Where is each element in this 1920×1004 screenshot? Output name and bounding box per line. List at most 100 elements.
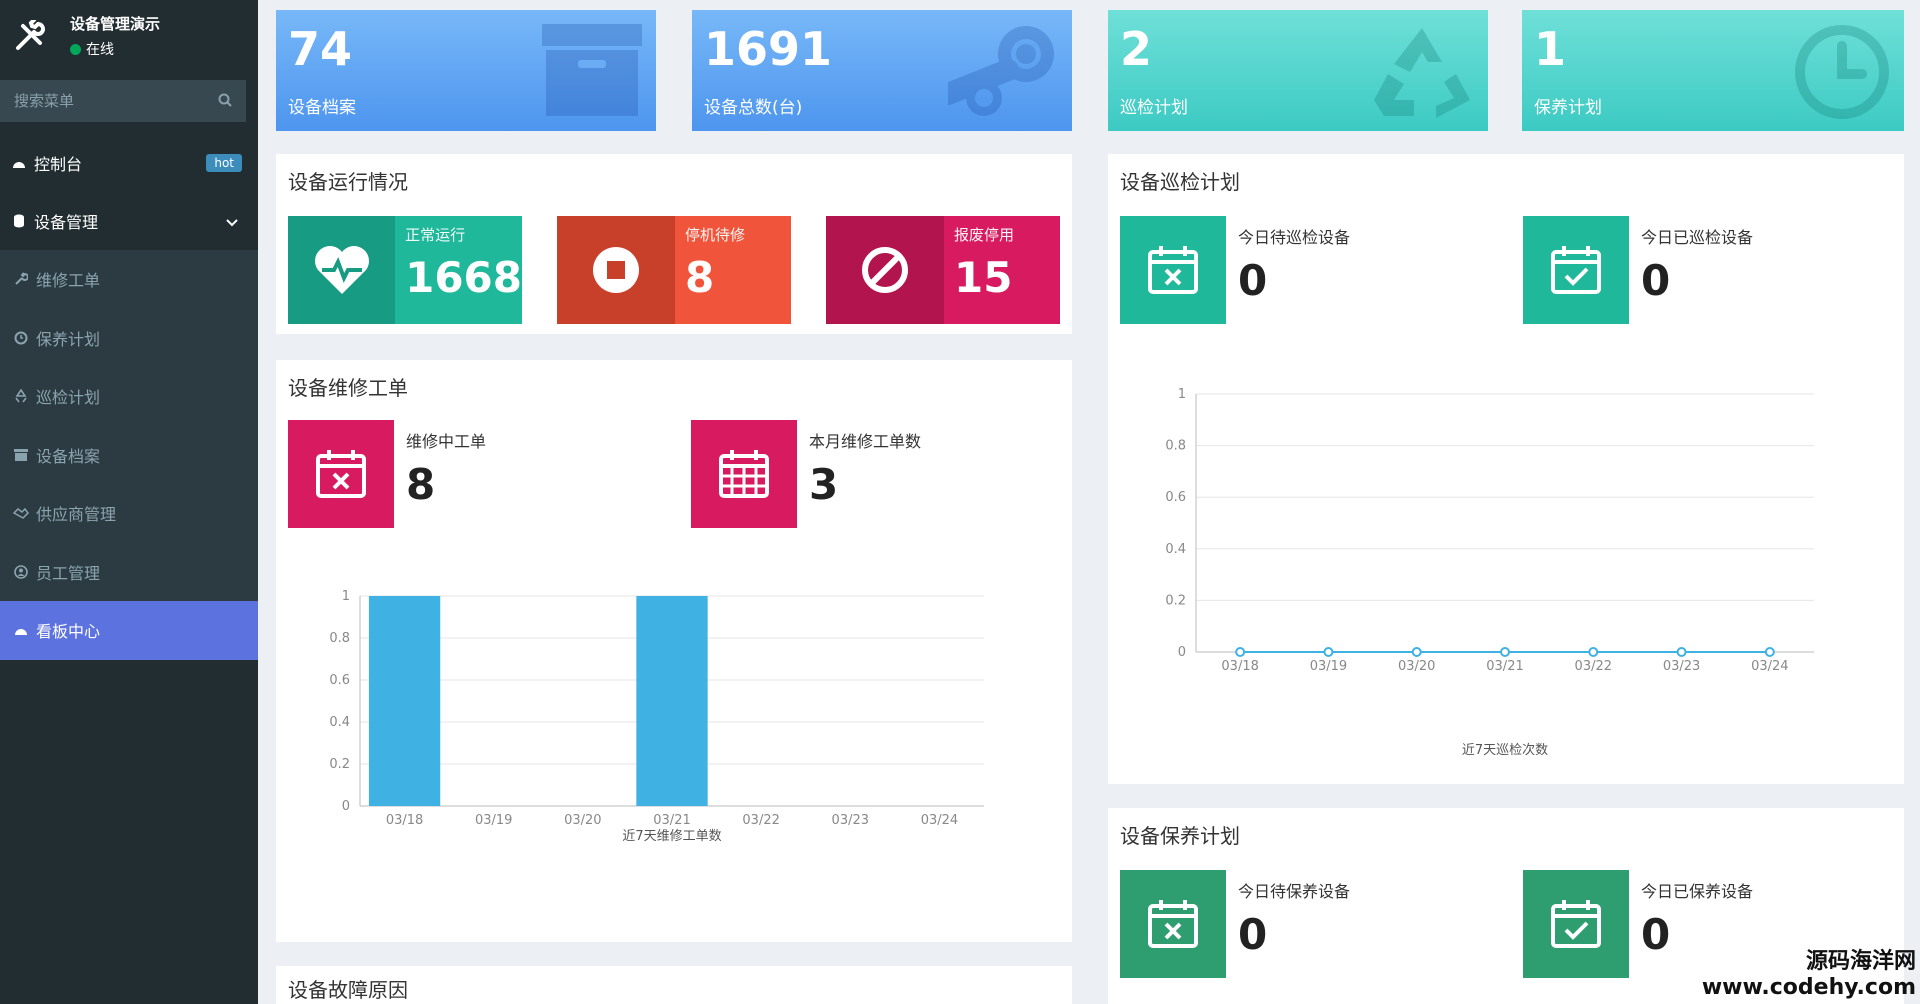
x-tick-label: 03/19	[1310, 659, 1347, 674]
x-tick-label: 03/20	[1398, 659, 1435, 674]
sidebar-item-label: 保养计划	[36, 329, 101, 349]
y-tick-label: 0.6	[1165, 490, 1186, 505]
x-tick-label: 03/20	[564, 813, 601, 828]
line-point	[1323, 647, 1334, 657]
panel-title: 设备故障原因	[288, 978, 408, 1002]
sidebar-item-inspection-plan[interactable]: 巡检计划	[0, 367, 258, 426]
repair-bar-chart: 0 0.2 0.4 0.6 0.8 1 03/18 03/19 03/20 03/21 03/22 0…	[329, 589, 984, 842]
line-point	[1235, 647, 1246, 657]
tile-inspection-done[interactable]: 今日已巡检设备 0	[1523, 216, 1753, 324]
stat-label: 设备总数(台)	[704, 98, 803, 118]
x-tick-label: 03/22	[1575, 659, 1612, 674]
tile-label: 本月维修工单数	[809, 432, 922, 451]
panel-device-operation: 设备运行情况 正常运行 1668 停机待修 8 报废停用 15	[276, 154, 1072, 334]
tile-repair-in-progress[interactable]: 维修中工单 8	[288, 420, 486, 528]
search-box	[0, 80, 246, 122]
y-tick-label: 0.4	[329, 715, 350, 730]
info-box-scrapped[interactable]: 报废停用 15	[826, 216, 1060, 324]
y-tick-label: 0	[1178, 645, 1186, 660]
menu-dashboard-label: 控制台	[34, 155, 83, 174]
handshake-icon	[12, 507, 30, 520]
sidebar-item-label: 员工管理	[36, 563, 101, 583]
info-box-pending-repair[interactable]: 停机待修 8	[557, 216, 791, 324]
sidebar-item-label: 供应商管理	[36, 505, 117, 525]
user-icon	[12, 564, 30, 579]
tile-inspection-pending[interactable]: 今日待巡检设备 0	[1120, 216, 1350, 324]
sidebar-item-label: 看板中心	[36, 622, 101, 642]
x-tick-label: 03/18	[1221, 659, 1258, 674]
menu-device-management[interactable]: 设备管理	[0, 192, 258, 250]
stat-card-inspection-plan[interactable]: 2 巡检计划	[1108, 10, 1488, 131]
heartbeat-icon	[288, 216, 396, 324]
info-box-label: 停机待修	[685, 226, 746, 244]
panel-title: 设备运行情况	[288, 170, 408, 194]
bar	[636, 596, 708, 806]
sidebar-item-dashboard-center[interactable]: 看板中心	[0, 601, 258, 660]
search-icon[interactable]	[218, 92, 232, 111]
info-box-value: 15	[954, 253, 1013, 302]
menu-dashboard[interactable]: 控制台 hot	[0, 134, 258, 192]
stat-card-device-total[interactable]: 1691 设备总数(台)	[692, 10, 1072, 131]
online-status: 在线	[70, 39, 160, 59]
panel-repair-orders: 设备维修工单 维修中工单 8 本月维修工单数 3 0 0.2 0.4 0.6 0.8 1 03/…	[276, 360, 1072, 942]
stat-value: 1691	[704, 22, 833, 76]
info-box-label: 报废停用	[954, 226, 1015, 244]
stop-icon	[557, 216, 675, 324]
stat-value: 1	[1534, 22, 1567, 76]
sidebar-item-label: 巡检计划	[36, 388, 101, 408]
tile-value: 0	[1238, 256, 1268, 305]
sidebar-item-device-archive[interactable]: 设备档案	[0, 426, 258, 485]
tile-repair-this-month[interactable]: 本月维修工单数 3	[691, 420, 921, 528]
sidebar-item-maintenance-plan[interactable]: 保养计划	[0, 309, 258, 368]
bar	[368, 596, 441, 806]
recycle-icon	[1370, 24, 1474, 124]
tile-label: 今日已保养设备	[1641, 882, 1754, 901]
tile-label: 今日待巡检设备	[1238, 228, 1351, 247]
y-tick-label: 0.6	[329, 673, 350, 688]
x-tick-label: 03/23	[832, 813, 869, 828]
tile-maintenance-pending[interactable]: 今日待保养设备 0	[1120, 870, 1350, 978]
info-box-label: 正常运行	[405, 226, 466, 244]
watermark-line1: 源码海洋网	[1805, 949, 1916, 974]
dashboard-icon	[10, 157, 28, 169]
sidebar-item-label: 维修工单	[36, 271, 101, 291]
panel-fault-reasons: 设备故障原因	[276, 966, 1072, 1004]
sidebar: 设备管理演示 在线 控制台 hot 设备管理 维修工单 保养计划 巡检计划	[0, 0, 258, 1004]
app-title: 设备管理演示	[70, 15, 161, 33]
sidebar-item-repair-orders[interactable]: 维修工单	[0, 250, 258, 309]
archive-icon	[12, 448, 30, 461]
calendar-check-icon	[1523, 870, 1629, 978]
x-tick-label: 03/24	[921, 813, 958, 828]
calendar-grid-icon	[691, 420, 797, 528]
line-point	[1500, 647, 1510, 657]
calendar-x-icon	[1120, 870, 1226, 978]
y-tick-label: 0.4	[1165, 542, 1186, 557]
steam-icon	[937, 24, 1058, 124]
chevron-down-icon	[226, 212, 238, 231]
sidebar-item-supplier-management[interactable]: 供应商管理	[0, 484, 258, 543]
stat-card-maintenance-plan[interactable]: 1 保养计划	[1522, 10, 1904, 131]
watermark-line2: www.codehy.com	[1701, 975, 1916, 1000]
y-tick-label: 0	[342, 799, 350, 814]
clock-icon	[1794, 24, 1890, 124]
stat-label: 保养计划	[1534, 98, 1602, 118]
stat-card-device-archive[interactable]: 74 设备档案	[276, 10, 656, 131]
tools-icon	[12, 18, 48, 54]
x-tick-label: 03/24	[1751, 659, 1788, 674]
x-tick-label: 03/23	[1663, 659, 1700, 674]
x-tick-label: 03/18	[386, 813, 423, 828]
tile-value: 3	[809, 460, 839, 509]
user-panel: 设备管理演示 在线	[0, 0, 258, 72]
tile-label: 今日待保养设备	[1238, 882, 1351, 901]
calendar-x-icon	[288, 420, 394, 528]
stat-label: 设备档案	[288, 98, 356, 118]
sidebar-item-staff-management[interactable]: 员工管理	[0, 543, 258, 602]
search-input[interactable]	[14, 92, 194, 110]
info-box-normal[interactable]: 正常运行 1668	[288, 216, 522, 324]
line-point	[1764, 647, 1775, 657]
x-tick-label: 03/21	[653, 813, 690, 828]
info-box-value: 1668	[405, 253, 522, 302]
dashboard-icon	[12, 624, 30, 636]
sidebar-item-label: 设备档案	[36, 446, 101, 466]
panel-title: 设备巡检计划	[1120, 170, 1240, 194]
